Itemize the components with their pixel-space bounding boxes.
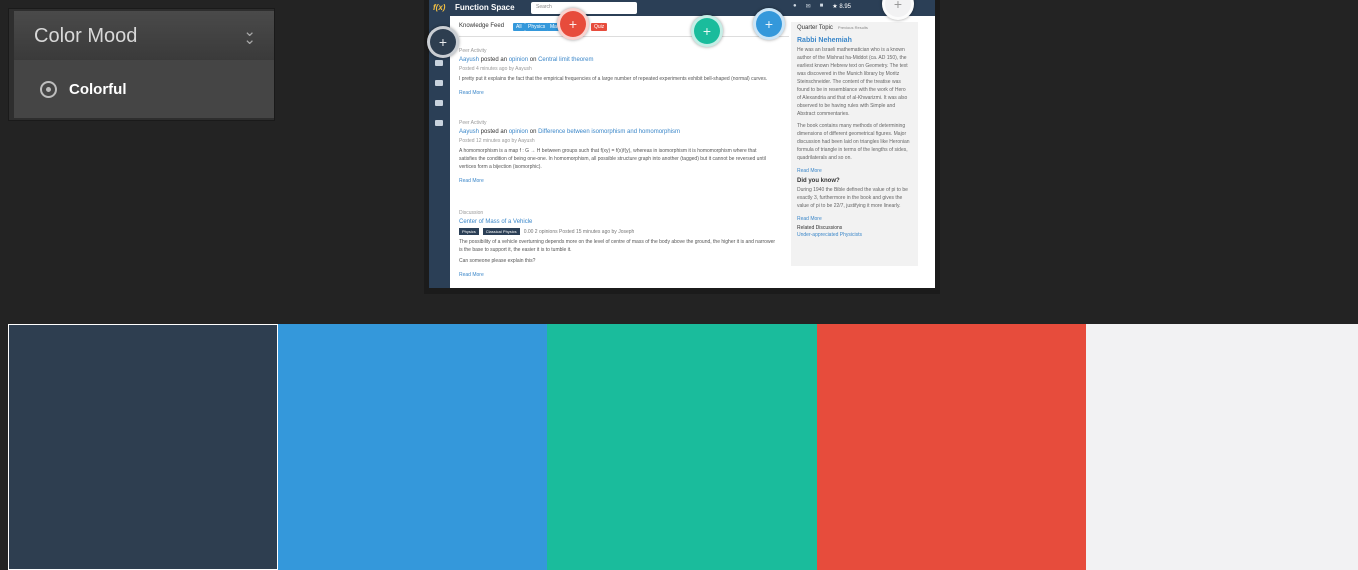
radio-selected-icon[interactable] bbox=[40, 80, 57, 98]
double-chevron-down-icon[interactable]: ⌄ ⌄ bbox=[243, 24, 256, 47]
feed-post: Peer Activity Aayush posted an opinion o… bbox=[459, 120, 766, 184]
fx-logo: f(x) bbox=[433, 3, 446, 12]
plus-icon: + bbox=[764, 16, 774, 32]
trophy-icon bbox=[435, 80, 443, 86]
feed-post: Peer Activity Aayush posted an opinion o… bbox=[459, 48, 768, 96]
mood-option-label: Colorful bbox=[69, 80, 127, 98]
source-top-icons: ● ✉ ■ ★ 8.95 bbox=[793, 3, 851, 10]
swatch-red[interactable] bbox=[817, 324, 1086, 570]
knowledge-feed-label: Knowledge Feed bbox=[459, 23, 505, 29]
swatch-teal[interactable] bbox=[547, 324, 817, 570]
color-mood-panel: Color Mood ⌄ ⌄ Colorful bbox=[8, 8, 275, 121]
plus-icon: + bbox=[438, 34, 448, 50]
filter-physics: Physics bbox=[525, 23, 549, 31]
source-image[interactable]: f(x) Function Space Search ● ✉ ■ ★ 8.95 bbox=[424, 0, 940, 294]
source-brand: Function Space bbox=[455, 3, 515, 12]
feed-divider bbox=[459, 36, 789, 37]
plus-icon: + bbox=[893, 0, 903, 12]
book-icon bbox=[435, 60, 443, 66]
color-marker-blue[interactable]: + bbox=[753, 8, 785, 40]
color-marker-dark-navy[interactable]: + bbox=[427, 26, 459, 58]
plus-icon: + bbox=[702, 23, 712, 39]
mail-icon: ✉ bbox=[805, 4, 811, 10]
feed-post: Discussion Center of Mass of a Vehicle P… bbox=[459, 210, 776, 278]
source-topbar: f(x) Function Space Search ● ✉ ■ ★ 8.95 bbox=[429, 0, 935, 16]
users-icon: ■ bbox=[819, 3, 824, 9]
color-mood-title: Color Mood bbox=[34, 24, 138, 47]
color-mood-app: Color Mood ⌄ ⌄ Colorful f(x) Function Spa… bbox=[0, 0, 1358, 570]
swatch-light-gray[interactable] bbox=[1086, 324, 1358, 570]
source-score: ★ 8.95 bbox=[832, 4, 852, 10]
color-mood-header[interactable]: Color Mood ⌄ ⌄ bbox=[14, 11, 274, 61]
terminal-icon bbox=[435, 100, 443, 106]
plus-icon: + bbox=[568, 16, 578, 32]
mood-option-colorful[interactable]: Colorful bbox=[14, 60, 274, 118]
source-sidebar: Quarter Topic Previous Results Rabbi Neh… bbox=[791, 22, 918, 266]
swatch-dark-navy[interactable] bbox=[8, 324, 278, 570]
palette-swatches bbox=[8, 324, 1358, 570]
color-marker-teal[interactable]: + bbox=[691, 15, 723, 47]
source-webpage: f(x) Function Space Search ● ✉ ■ ★ 8.95 bbox=[429, 0, 935, 288]
swatch-blue[interactable] bbox=[278, 324, 547, 570]
bell-icon: ● bbox=[793, 3, 797, 9]
filter-quiz: Quiz bbox=[591, 23, 608, 31]
chart-icon bbox=[435, 120, 443, 126]
filter-all: All bbox=[513, 23, 525, 31]
color-marker-red[interactable]: + bbox=[557, 8, 589, 40]
